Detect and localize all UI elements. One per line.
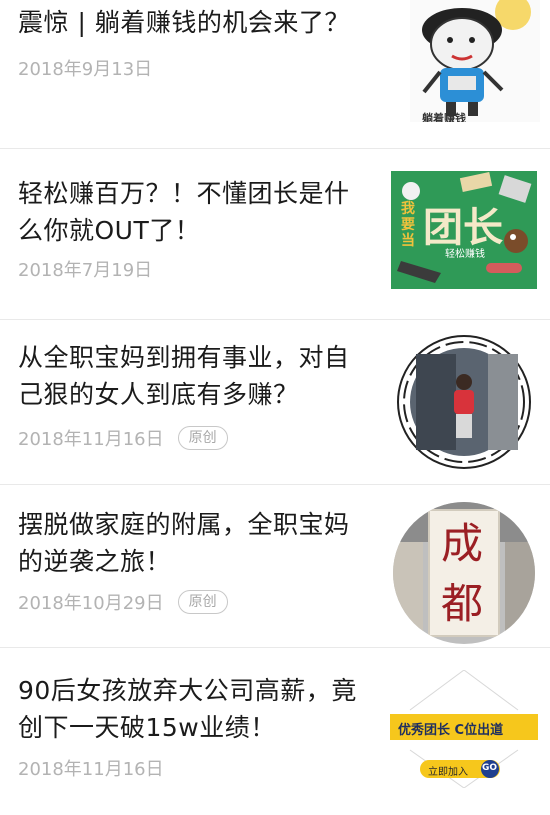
join-text: 立即加入 [428,767,468,778]
green-tuanzhang-poster-icon: 我要当 团长 轻松赚钱 [391,171,537,289]
woman-portrait-circle-icon [396,334,532,470]
yellow-recruit-banner-icon: 优秀团长 C位出道 立即加入 GO [390,670,538,788]
article-meta: 2018年11月16日 [18,754,164,782]
article-title: 摆脱做家庭的附属，全职宝妈的逆袭之旅！ [18,510,350,576]
meme-cartoon-face-icon: 躺着赚钱 [410,0,540,122]
article-item[interactable]: 震惊 | 躺着赚钱的机会来了？ 2018年9月13日 躺着赚钱 [0,0,550,148]
article-date: 2018年10月29日 [18,593,164,614]
article-title: 震惊 | 躺着赚钱的机会来了？ [18,8,350,37]
city-char-2: 都 [441,579,484,628]
article-date: 2018年7月19日 [18,260,153,281]
article-title: 从全职宝妈到拥有事业，对自己狠的女人到底有多赚？ [18,343,350,409]
article-meta: 2018年9月13日 [18,54,152,82]
article-meta: 2018年10月29日 原创 [18,588,228,616]
chengdu-circle-icon: 成 都 [393,502,535,644]
article-date: 2018年9月13日 [18,59,153,80]
original-badge: 原创 [177,426,228,450]
article-item[interactable]: 从全职宝妈到拥有事业，对自己狠的女人到底有多赚？ 2018年11月16日 原创 [0,320,550,484]
poster-tag: 轻松赚钱 [445,249,485,260]
article-list: 震惊 | 躺着赚钱的机会来了？ 2018年9月13日 躺着赚钱 轻松赚百万？！不… [0,0,550,815]
article-title: 轻松赚百万？！不懂团长是什么你就OUT了！ [18,179,350,245]
article-title: 90后女孩放弃大公司高薪，竟创下一天破15w业绩！ [18,676,357,742]
go-text: GO [482,763,498,773]
article-meta: 2018年7月19日 [18,255,152,283]
article-item[interactable]: 90后女孩放弃大公司高薪，竟创下一天破15w业绩！ 2018年11月16日 优秀… [0,648,550,815]
thumb-caption: 躺着赚钱 [422,112,466,122]
article-meta: 2018年11月16日 原创 [18,424,228,452]
city-char-1: 成 [441,519,484,568]
banner-text: 优秀团长 C位出道 [398,723,504,738]
article-item[interactable]: 轻松赚百万？！不懂团长是什么你就OUT了！ 2018年7月19日 我要当 团长 … [0,149,550,319]
article-item[interactable]: 摆脱做家庭的附属，全职宝妈的逆袭之旅！ 2018年10月29日 原创 成 都 [0,485,550,647]
article-date: 2018年11月16日 [18,429,164,450]
article-date: 2018年11月16日 [18,759,164,780]
original-badge: 原创 [177,590,228,614]
poster-sub: 我要当 [401,201,415,249]
